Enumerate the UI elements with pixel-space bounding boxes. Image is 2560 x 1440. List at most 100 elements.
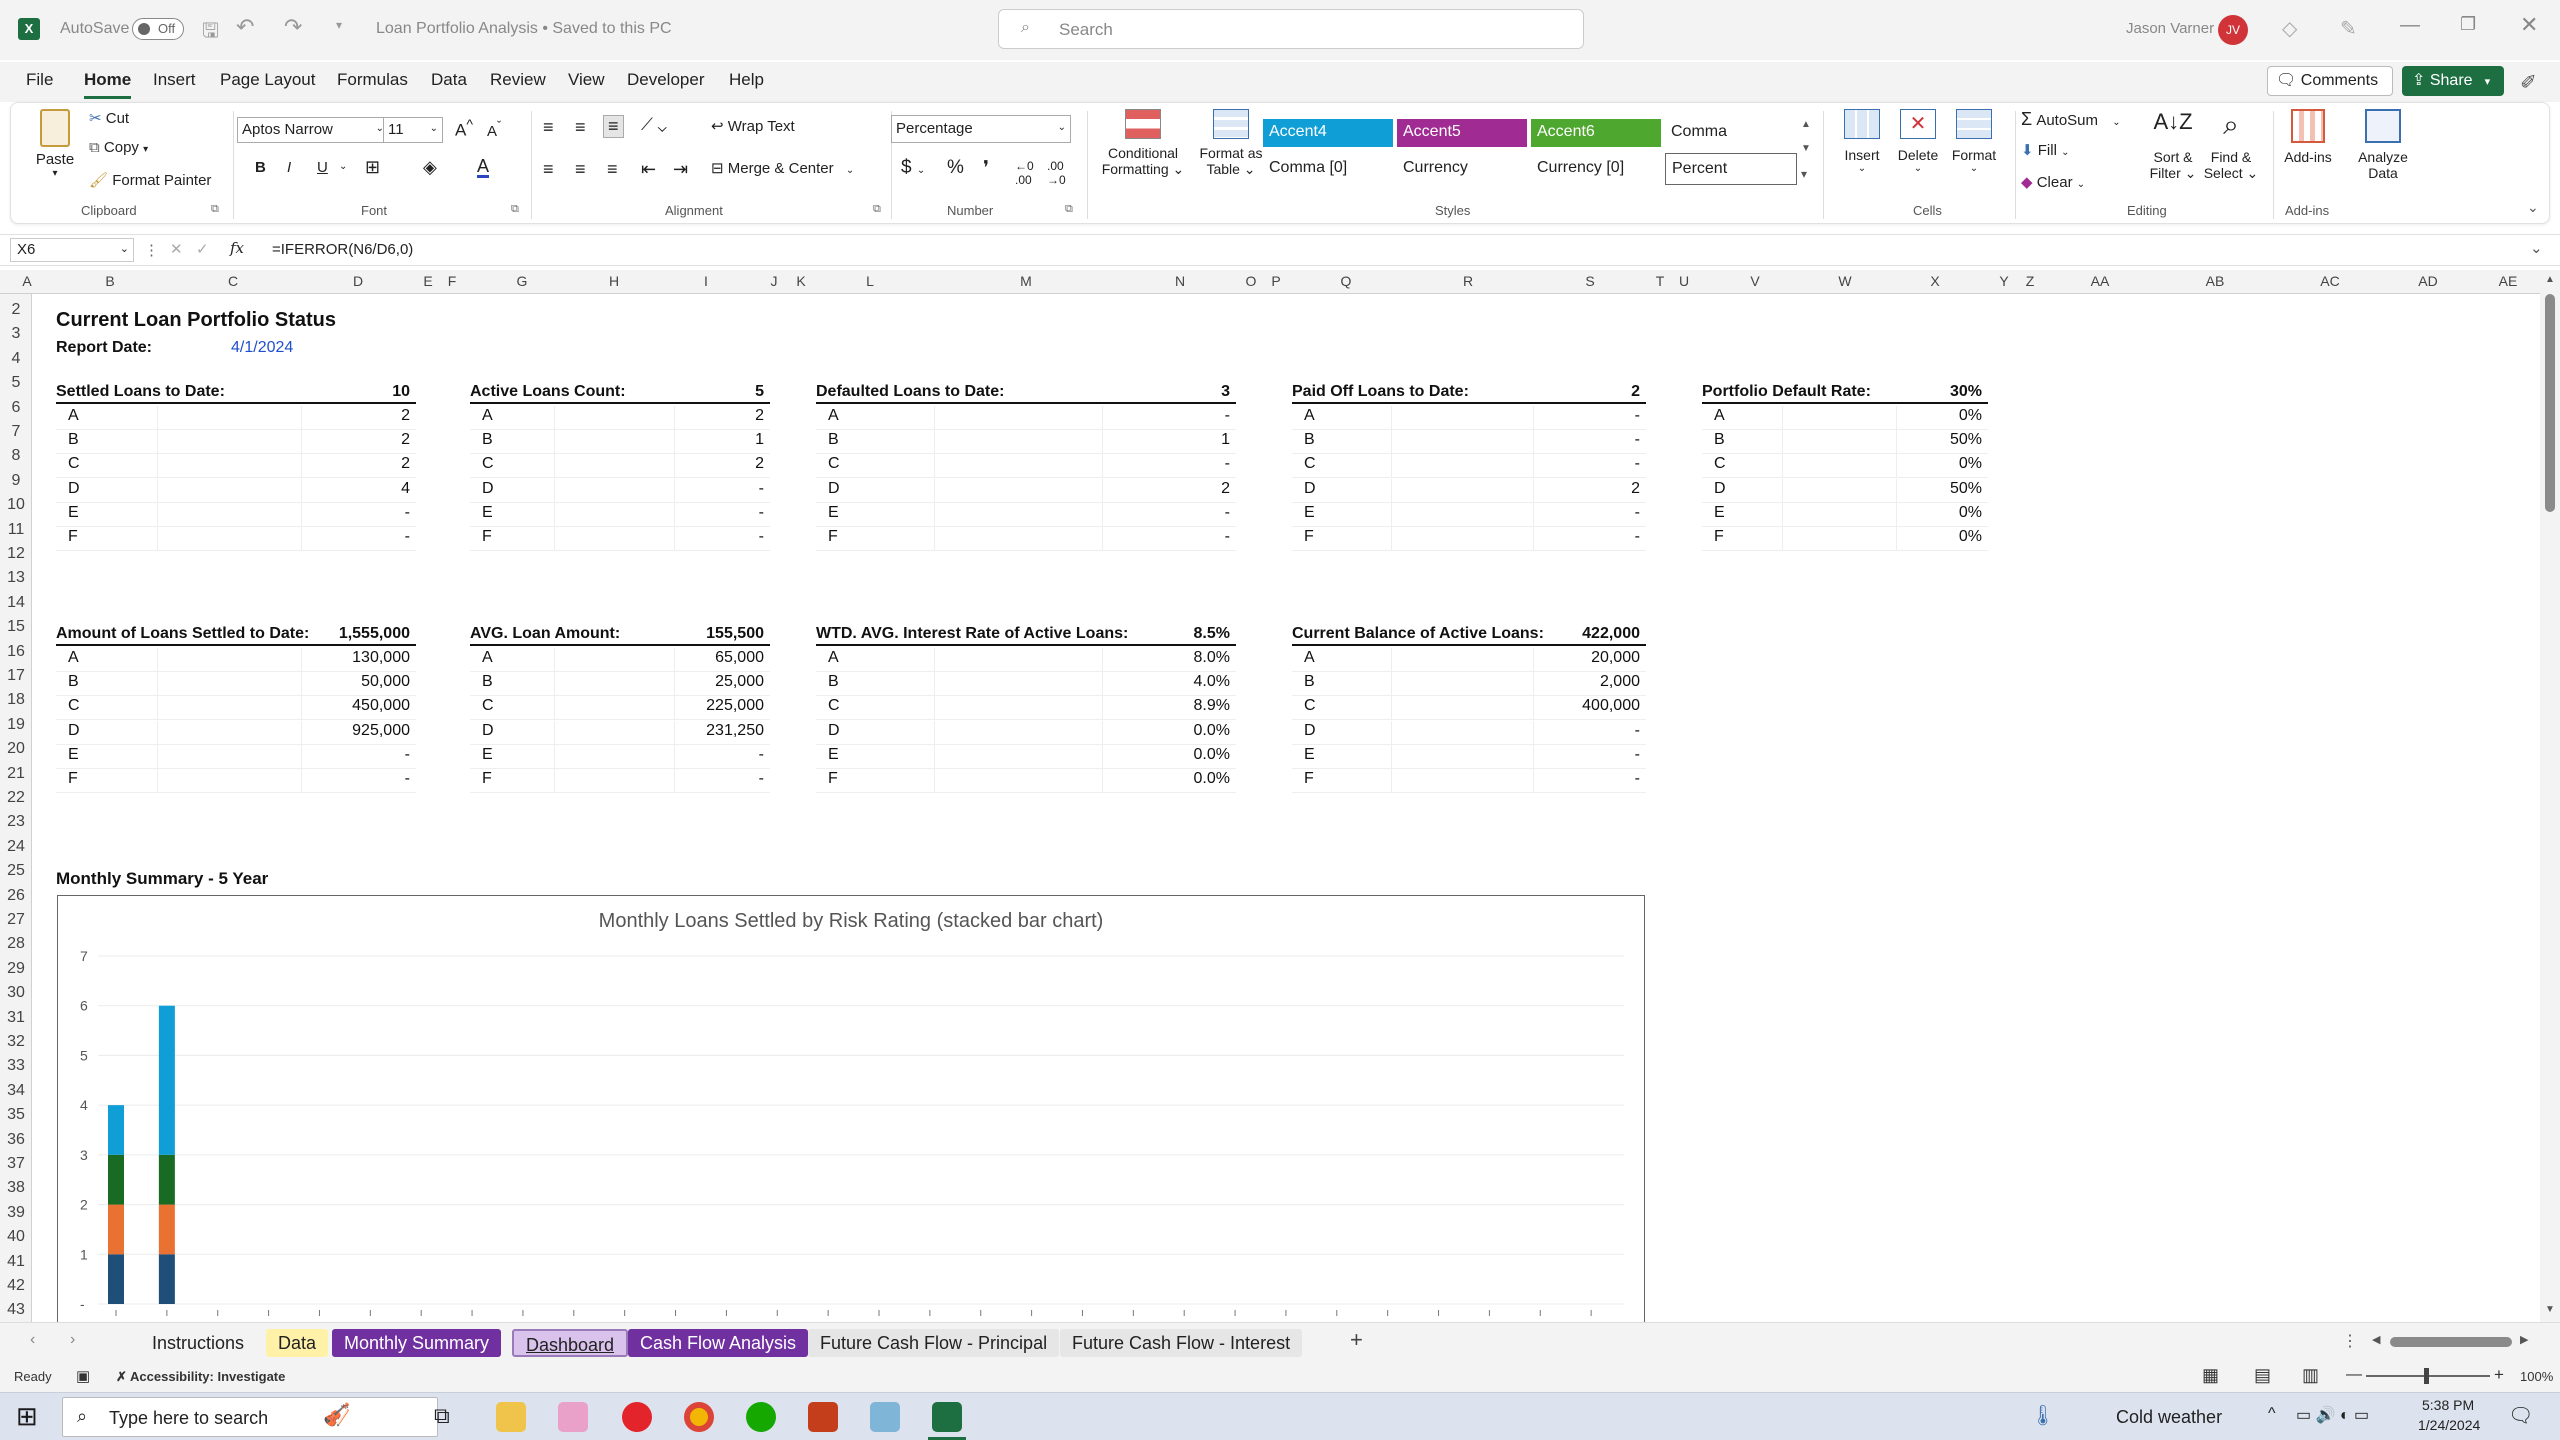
cell-value[interactable]: 50,000 <box>361 670 410 694</box>
cell-value[interactable]: 20,000 <box>1591 646 1640 670</box>
row-header-23[interactable]: 23 <box>0 810 32 834</box>
row-header-21[interactable]: 21 <box>0 762 32 786</box>
dialog-launcher-icon[interactable]: ⧉ <box>211 203 219 216</box>
cell-value[interactable]: 130,000 <box>352 646 410 670</box>
weather-icon[interactable]: 🌡 <box>2030 1403 2055 1428</box>
cell-value[interactable]: - <box>405 767 410 791</box>
column-header-a[interactable]: A <box>7 273 47 289</box>
cell-value[interactable]: 2 <box>755 404 764 428</box>
column-header-v[interactable]: V <box>1735 273 1775 289</box>
font-size-select[interactable]: 11 ⌄ <box>383 117 443 143</box>
cell-value[interactable]: - <box>759 477 764 501</box>
row-header-24[interactable]: 24 <box>0 835 32 859</box>
cell-value[interactable]: - <box>759 767 764 791</box>
cell-value[interactable]: - <box>1635 452 1640 476</box>
zoom-out-icon[interactable]: — <box>2346 1366 2362 1384</box>
cell-value[interactable]: - <box>759 743 764 767</box>
cell-value[interactable]: 8.9% <box>1194 694 1230 718</box>
format-painter-button[interactable]: 🖌 Format Painter <box>89 171 211 189</box>
sheet-tab-cash-flow-analysis[interactable]: Cash Flow Analysis <box>628 1329 809 1357</box>
sheet-tab-dashboard[interactable]: Dashboard <box>512 1329 629 1357</box>
stacked-bar-chart[interactable]: Monthly Loans Settled by Risk Rating (st… <box>57 895 1645 1335</box>
accessibility-status[interactable]: ✗ Accessibility: Investigate <box>116 1369 285 1385</box>
column-header-z[interactable]: Z <box>2010 273 2050 289</box>
font-name-select[interactable]: Aptos Narrow ⌄ <box>237 117 389 143</box>
borders-icon[interactable]: ⊞ <box>365 157 380 178</box>
wrap-text-button[interactable]: ↩ Wrap Text <box>711 117 795 135</box>
column-header-p[interactable]: P <box>1256 273 1296 289</box>
clock-time[interactable]: 5:38 PM <box>2422 1397 2474 1413</box>
cell-value[interactable]: 2 <box>401 404 410 428</box>
bold-icon[interactable]: B <box>255 159 266 176</box>
cell-value[interactable]: - <box>759 525 764 549</box>
opera-icon[interactable] <box>622 1402 652 1432</box>
cell-value[interactable]: - <box>1635 743 1640 767</box>
orientation-icon[interactable]: ⟋ ⌄ <box>641 115 667 135</box>
increase-font-icon[interactable]: A^ <box>455 117 473 141</box>
excel-taskbar-icon[interactable] <box>932 1402 962 1432</box>
more-options-icon[interactable]: ⋮ <box>2342 1331 2358 1351</box>
row-header-29[interactable]: 29 <box>0 957 32 981</box>
align-middle-icon[interactable]: ≡ <box>575 117 586 138</box>
close-icon[interactable]: ✕ <box>2520 12 2538 38</box>
increase-indent-icon[interactable]: ⇥ <box>673 159 688 180</box>
column-header-n[interactable]: N <box>1160 273 1200 289</box>
cell-value[interactable]: 1 <box>1221 428 1230 452</box>
customize-qat-icon[interactable]: ▾ <box>336 18 342 32</box>
sheet-tab-data[interactable]: Data <box>266 1329 329 1357</box>
row-header-12[interactable]: 12 <box>0 542 32 566</box>
tab-review[interactable]: Review <box>490 70 546 90</box>
cell-value[interactable]: - <box>405 501 410 525</box>
cell-value[interactable]: - <box>405 525 410 549</box>
row-header-43[interactable]: 43 <box>0 1298 32 1322</box>
avatar[interactable]: JV <box>2218 15 2248 45</box>
row-header-3[interactable]: 3 <box>0 322 32 346</box>
increase-decimal-icon[interactable]: ←0.00 <box>1015 159 1034 187</box>
tab-developer[interactable]: Developer <box>627 70 705 90</box>
find-select-button[interactable]: ⌕ Find & Select ⌄ <box>2201 109 2261 182</box>
tab-help[interactable]: Help <box>729 70 764 90</box>
file-explorer-icon[interactable] <box>496 1402 526 1432</box>
row-header-14[interactable]: 14 <box>0 591 32 615</box>
zoom-slider[interactable] <box>2366 1368 2490 1384</box>
tab-page-layout[interactable]: Page Layout <box>220 70 315 90</box>
cell-value[interactable]: 2 <box>401 452 410 476</box>
format-cells-button[interactable]: Format ⌄ <box>1947 109 2001 174</box>
column-header-ac[interactable]: AC <box>2310 273 2350 289</box>
comma-style-icon[interactable]: ❜ <box>983 157 989 180</box>
align-left-icon[interactable]: ≡ <box>543 159 554 180</box>
next-sheet-icon[interactable]: › <box>70 1331 75 1349</box>
cell-value[interactable]: 1 <box>755 428 764 452</box>
row-header-10[interactable]: 10 <box>0 493 32 517</box>
row-header-19[interactable]: 19 <box>0 713 32 737</box>
row-header-32[interactable]: 32 <box>0 1030 32 1054</box>
column-header-aa[interactable]: AA <box>2080 273 2120 289</box>
row-header-30[interactable]: 30 <box>0 981 32 1005</box>
row-header-40[interactable]: 40 <box>0 1225 32 1249</box>
paste-button[interactable]: Paste ▾ <box>33 109 77 179</box>
windows-start-icon[interactable]: ⊞ <box>16 1401 38 1432</box>
block-total[interactable]: 5 <box>755 380 764 404</box>
sheet-tab-instructions[interactable]: Instructions <box>140 1329 256 1357</box>
decrease-font-icon[interactable]: Aˇ <box>487 119 501 140</box>
hscroll-right-icon[interactable]: ▶ <box>2520 1333 2528 1346</box>
row-header-8[interactable]: 8 <box>0 444 32 468</box>
row-header-2[interactable]: 2 <box>0 298 32 322</box>
cell-value[interactable]: - <box>405 743 410 767</box>
column-header-u[interactable]: U <box>1664 273 1704 289</box>
insert-cells-button[interactable]: Insert ⌄ <box>1837 109 1887 174</box>
cell-value[interactable]: 65,000 <box>715 646 764 670</box>
column-header-ad[interactable]: AD <box>2408 273 2448 289</box>
tray-icons[interactable]: ▭ 🔊 ◐ ▭ <box>2296 1405 2369 1425</box>
sheet-tab-future-cash-flow-interest[interactable]: Future Cash Flow - Interest <box>1060 1329 1303 1357</box>
cell-value[interactable]: 231,250 <box>706 719 764 743</box>
cell-value[interactable]: 2,000 <box>1600 670 1640 694</box>
decrease-indent-icon[interactable]: ⇤ <box>641 159 656 180</box>
block-total[interactable]: 422,000 <box>1582 622 1640 646</box>
tab-data[interactable]: Data <box>431 70 467 90</box>
cell-value[interactable]: 450,000 <box>352 694 410 718</box>
share-button[interactable]: ⇪ Share ▾ <box>2402 66 2504 96</box>
style-currency[interactable]: Currency <box>1397 155 1527 183</box>
block-total[interactable]: 2 <box>1631 380 1640 404</box>
tray-chevron-icon[interactable]: ^ <box>2268 1405 2276 1423</box>
